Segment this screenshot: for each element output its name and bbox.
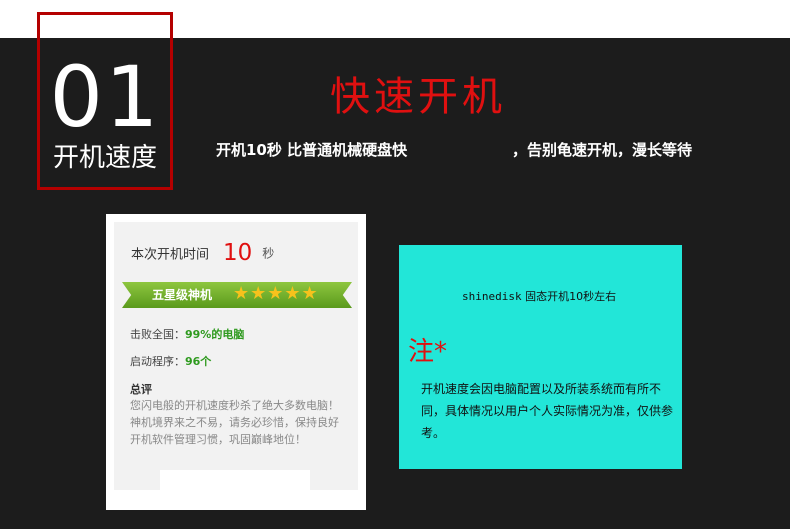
beat-value: 99%的电脑 xyxy=(185,328,245,341)
section-number-box: 01 开机速度 xyxy=(37,12,173,190)
page-title: 快速开机 xyxy=(330,74,506,120)
boot-result-card: 本次开机时间 10 秒 五星级神机 ★★★★★ 击败全国：99%的电脑 启动程序：9… xyxy=(106,214,366,510)
brand-name: shinedisk xyxy=(462,290,522,303)
beat-stat: 击败全国：99%的电脑 xyxy=(130,326,244,342)
note-mark: 注* xyxy=(408,337,448,367)
note-box: shinedisk 固态开机10秒左右 注* 开机速度会因电脑配置以及所装系统而… xyxy=(399,245,682,469)
star-rating-icon: ★★★★★ xyxy=(233,283,319,304)
rating-label: 五星级神机 xyxy=(152,288,213,302)
section-label: 开机速度 xyxy=(52,143,157,173)
summary-body: 您闪电般的开机速度秒杀了绝大多数电脑！神机境界来之不易，请务必珍惜，保持良好开机… xyxy=(130,399,339,446)
startup-value: 96个 xyxy=(185,355,212,368)
boot-time-label: 本次开机时间 xyxy=(131,247,210,263)
rating-ribbon: 五星级神机 ★★★★★ xyxy=(122,282,352,308)
note-body: 开机速度会因电脑配置以及所装系统而有所不同，具体情况以用户个人实际情况为准，仅供… xyxy=(421,382,674,440)
subtitle-right: ，告别龟速开机，漫长等待 xyxy=(512,141,693,159)
subtitle-left: 开机10秒 比普通机械硬盘快 xyxy=(216,141,408,159)
boot-time-row: 本次开机时间 10 秒 xyxy=(131,240,274,266)
boot-time-unit: 秒 xyxy=(262,246,275,261)
summary-title: 总评 xyxy=(130,383,152,396)
startup-stat: 启动程序：96个 xyxy=(130,353,211,369)
startup-label: 启动程序： xyxy=(130,355,185,368)
boot-time-value: 10 xyxy=(223,240,253,266)
card-bottom-tab xyxy=(160,470,310,500)
note-box-title: shinedisk 固态开机10秒左右 xyxy=(462,288,616,304)
note-box-title-rest: 固态开机10秒左右 xyxy=(521,290,617,303)
beat-label: 击败全国： xyxy=(130,328,185,341)
boot-result-panel: 本次开机时间 10 秒 五星级神机 ★★★★★ 击败全国：99%的电脑 启动程序：9… xyxy=(114,222,358,490)
section-number: 01 xyxy=(49,48,161,146)
